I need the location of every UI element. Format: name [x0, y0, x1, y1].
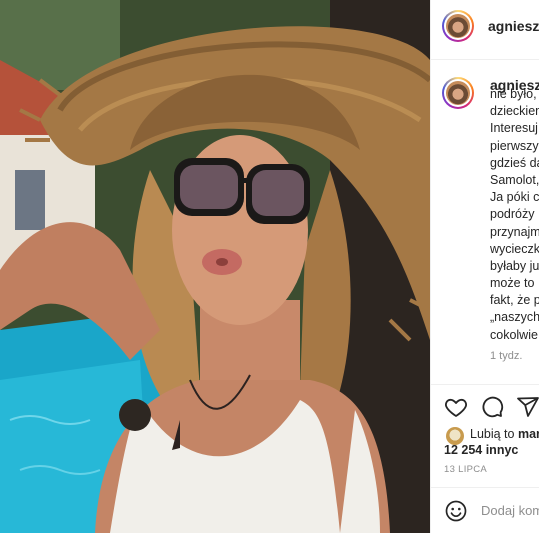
actions-divider [430, 384, 539, 385]
comment-icon[interactable] [480, 395, 504, 419]
likes-summary: Lubią to mar [470, 426, 539, 443]
caption-line: Interesuj [490, 121, 538, 136]
header-avatar[interactable] [442, 10, 474, 42]
caption-line: wycieczk [490, 241, 539, 256]
likes-prefix: Lubią to [470, 427, 515, 441]
likes-count-text[interactable]: 12 254 innyc [444, 443, 518, 457]
liker-name[interactable]: mar [518, 427, 539, 441]
caption-line: Ja póki c [490, 190, 539, 205]
header-divider [430, 59, 539, 60]
caption-line: przynajm [490, 224, 539, 239]
header-username[interactable]: agnieszka [488, 18, 539, 34]
caption-line: podróży [490, 207, 535, 222]
caption-time-ago[interactable]: 1 tydz. [490, 350, 522, 362]
caption-line: dzieckiem [490, 104, 539, 119]
comment-input[interactable]: Dodaj kom [481, 503, 539, 518]
caption-line: może to [490, 276, 535, 291]
caption-line: byłaby ju [490, 258, 539, 273]
caption-line: cokolwie [490, 327, 538, 342]
caption-text: nie było, dzieckiem Interesuj pierwszy g… [490, 86, 539, 344]
caption-avatar[interactable] [442, 77, 474, 109]
likes-count[interactable]: 12 254 innyc [444, 442, 518, 459]
emoji-icon[interactable] [444, 499, 468, 523]
caption-line: Samolot, [490, 172, 539, 187]
post-date: 13 LIPCA [444, 464, 488, 475]
post-photo[interactable] [0, 0, 430, 533]
selfie-image [0, 0, 430, 533]
comment-divider [430, 487, 539, 488]
caption-line: nie było, [490, 87, 537, 101]
share-icon[interactable] [516, 395, 539, 419]
caption-line: fakt, że p [490, 293, 539, 308]
heart-icon[interactable] [444, 395, 468, 419]
caption-line: gdzieś da [490, 155, 539, 170]
caption-line: „naszych [490, 310, 539, 325]
caption-line: pierwszy [490, 138, 539, 153]
